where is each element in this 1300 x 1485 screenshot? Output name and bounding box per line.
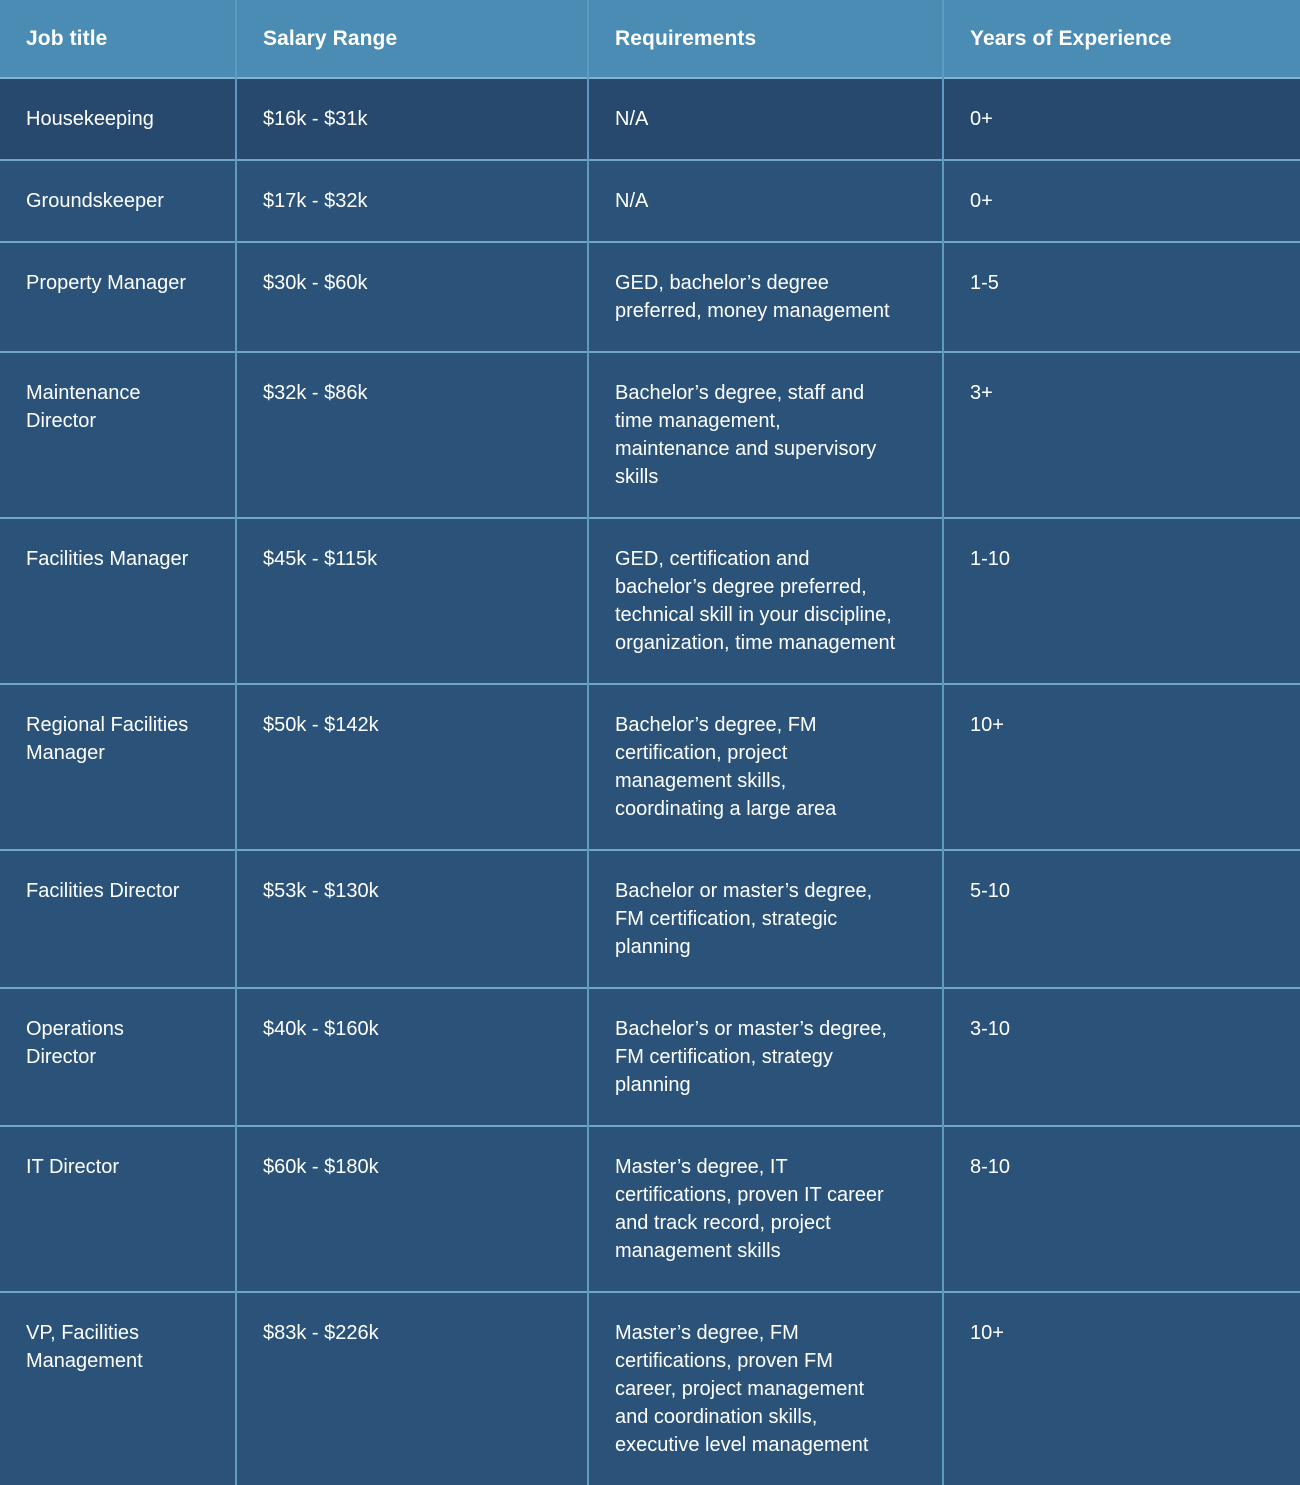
years-of-experience-text: 1-5 bbox=[970, 272, 999, 294]
years-of-experience-text: 8-10 bbox=[970, 1156, 1011, 1178]
table-row: Regional Facilities Manager $50k - $142k… bbox=[0, 683, 1300, 850]
cell-years-of-experience: 1-5 bbox=[943, 241, 1300, 352]
requirements-text: GED, bachelor’s degree preferred, money … bbox=[615, 272, 890, 322]
requirements-text: GED, certification and bachelor’s degree… bbox=[615, 548, 896, 654]
job-title-text: Housekeeping bbox=[26, 108, 154, 130]
cell-requirements: GED, certification and bachelor’s degree… bbox=[588, 517, 944, 684]
cell-salary-range: $53k - $130k bbox=[236, 849, 589, 988]
cell-requirements: N/A bbox=[588, 77, 944, 160]
table-row: Housekeeping $16k - $31k N/A 0+ bbox=[0, 77, 1300, 160]
table-header-row: Job title Salary Range Requirements Year… bbox=[0, 0, 1300, 78]
cell-job-title: Operations Director bbox=[0, 987, 237, 1126]
salary-range-text: $16k - $31k bbox=[263, 108, 368, 130]
cell-requirements: Bachelor’s degree, staff and time manage… bbox=[588, 351, 944, 518]
cell-years-of-experience: 8-10 bbox=[943, 1125, 1300, 1292]
salary-range-text: $83k - $226k bbox=[263, 1322, 379, 1344]
column-header-job-title: Job title bbox=[0, 0, 237, 78]
cell-job-title: Facilities Manager bbox=[0, 517, 237, 684]
cell-job-title: Groundskeeper bbox=[0, 159, 237, 242]
cell-job-title: Housekeeping bbox=[0, 77, 237, 160]
job-title-text: Operations Director bbox=[26, 1018, 124, 1068]
column-header-requirements: Requirements bbox=[588, 0, 944, 78]
job-title-text: Facilities Manager bbox=[26, 548, 189, 570]
job-title-text: Facilities Director bbox=[26, 880, 180, 902]
salary-range-text: $40k - $160k bbox=[263, 1018, 379, 1040]
requirements-text: Bachelor’s degree, FM certification, pro… bbox=[615, 714, 837, 820]
salary-range-text: $53k - $130k bbox=[263, 880, 379, 902]
table-row: Facilities Director $53k - $130k Bachelo… bbox=[0, 849, 1300, 988]
cell-job-title: Regional Facilities Manager bbox=[0, 683, 237, 850]
cell-salary-range: $40k - $160k bbox=[236, 987, 589, 1126]
cell-requirements: N/A bbox=[588, 159, 944, 242]
cell-job-title: IT Director bbox=[0, 1125, 237, 1292]
salary-range-text: $45k - $115k bbox=[263, 548, 378, 570]
cell-job-title: VP, Facilities Management bbox=[0, 1291, 237, 1485]
column-header-years-of-experience: Years of Experience bbox=[970, 26, 1172, 50]
cell-years-of-experience: 3+ bbox=[943, 351, 1300, 518]
cell-salary-range: $50k - $142k bbox=[236, 683, 589, 850]
table-header: Job title Salary Range Requirements Year… bbox=[0, 0, 1300, 78]
cell-salary-range: $83k - $226k bbox=[236, 1291, 589, 1485]
cell-years-of-experience: 5-10 bbox=[943, 849, 1300, 988]
cell-salary-range: $45k - $115k bbox=[236, 517, 589, 684]
years-of-experience-text: 5-10 bbox=[970, 880, 1011, 902]
cell-job-title: Facilities Director bbox=[0, 849, 237, 988]
years-of-experience-text: 10+ bbox=[970, 714, 1004, 736]
cell-years-of-experience: 0+ bbox=[943, 159, 1300, 242]
years-of-experience-text: 0+ bbox=[970, 190, 993, 212]
years-of-experience-text: 3+ bbox=[970, 382, 993, 404]
table-row: Facilities Manager $45k - $115k GED, cer… bbox=[0, 517, 1300, 684]
cell-job-title: Maintenance Director bbox=[0, 351, 237, 518]
salary-range-text: $32k - $86k bbox=[263, 382, 368, 404]
salary-range-text: $17k - $32k bbox=[263, 190, 368, 212]
cell-salary-range: $32k - $86k bbox=[236, 351, 589, 518]
cell-requirements: Bachelor or master’s degree, FM certific… bbox=[588, 849, 944, 988]
cell-requirements: Master’s degree, IT certifications, prov… bbox=[588, 1125, 944, 1292]
job-salary-table-container: Job title Salary Range Requirements Year… bbox=[0, 0, 1300, 1485]
years-of-experience-text: 1-10 bbox=[970, 548, 1011, 570]
years-of-experience-text: 3-10 bbox=[970, 1018, 1011, 1040]
requirements-text: Bachelor or master’s degree, FM certific… bbox=[615, 880, 873, 958]
cell-years-of-experience: 3-10 bbox=[943, 987, 1300, 1126]
table-row: Groundskeeper $17k - $32k N/A 0+ bbox=[0, 159, 1300, 242]
table-row: Operations Director $40k - $160k Bachelo… bbox=[0, 987, 1300, 1126]
salary-range-text: $60k - $180k bbox=[263, 1156, 379, 1178]
job-title-text: Maintenance Director bbox=[26, 382, 141, 432]
salary-range-text: $50k - $142k bbox=[263, 714, 379, 736]
requirements-text: N/A bbox=[615, 108, 649, 130]
cell-years-of-experience: 0+ bbox=[943, 77, 1300, 160]
years-of-experience-text: 0+ bbox=[970, 108, 993, 130]
cell-salary-range: $60k - $180k bbox=[236, 1125, 589, 1292]
requirements-text: N/A bbox=[615, 190, 649, 212]
column-header-salary-range: Salary Range bbox=[236, 0, 589, 78]
job-title-text: Groundskeeper bbox=[26, 190, 164, 212]
cell-years-of-experience: 10+ bbox=[943, 683, 1300, 850]
requirements-text: Bachelor’s degree, staff and time manage… bbox=[615, 382, 877, 488]
table-body: Housekeeping $16k - $31k N/A 0+ Groundsk… bbox=[0, 77, 1300, 1485]
salary-range-text: $30k - $60k bbox=[263, 272, 368, 294]
cell-salary-range: $17k - $32k bbox=[236, 159, 589, 242]
job-salary-table: Job title Salary Range Requirements Year… bbox=[0, 0, 1300, 1485]
table-row: VP, Facilities Management $83k - $226k M… bbox=[0, 1291, 1300, 1485]
cell-job-title: Property Manager bbox=[0, 241, 237, 352]
job-title-text: IT Director bbox=[26, 1156, 119, 1178]
cell-salary-range: $30k - $60k bbox=[236, 241, 589, 352]
cell-years-of-experience: 10+ bbox=[943, 1291, 1300, 1485]
job-title-text: VP, Facilities Management bbox=[26, 1322, 143, 1372]
years-of-experience-text: 10+ bbox=[970, 1322, 1004, 1344]
requirements-text: Bachelor’s or master’s degree, FM certif… bbox=[615, 1018, 887, 1096]
cell-requirements: GED, bachelor’s degree preferred, money … bbox=[588, 241, 944, 352]
cell-requirements: Bachelor’s or master’s degree, FM certif… bbox=[588, 987, 944, 1126]
requirements-text: Master’s degree, IT certifications, prov… bbox=[615, 1156, 884, 1262]
table-row: Maintenance Director $32k - $86k Bachelo… bbox=[0, 351, 1300, 518]
cell-requirements: Bachelor’s degree, FM certification, pro… bbox=[588, 683, 944, 850]
cell-salary-range: $16k - $31k bbox=[236, 77, 589, 160]
cell-years-of-experience: 1-10 bbox=[943, 517, 1300, 684]
table-row: IT Director $60k - $180k Master’s degree… bbox=[0, 1125, 1300, 1292]
job-title-text: Regional Facilities Manager bbox=[26, 714, 189, 764]
job-title-text: Property Manager bbox=[26, 272, 187, 294]
table-row: Property Manager $30k - $60k GED, bachel… bbox=[0, 241, 1300, 352]
cell-requirements: Master’s degree, FM certifications, prov… bbox=[588, 1291, 944, 1485]
requirements-text: Master’s degree, FM certifications, prov… bbox=[615, 1322, 869, 1456]
